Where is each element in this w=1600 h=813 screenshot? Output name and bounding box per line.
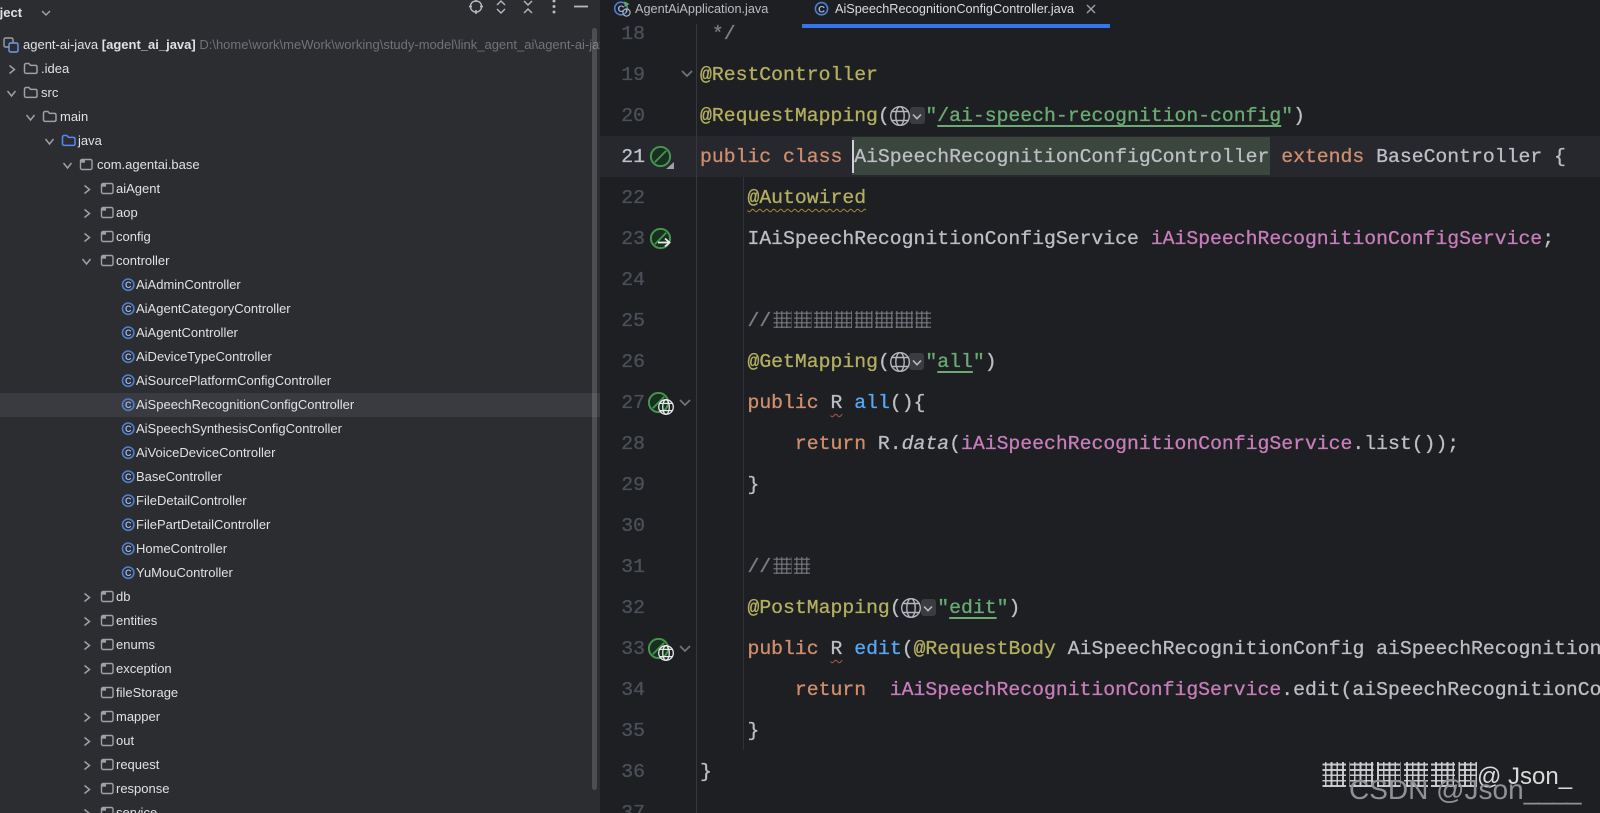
svg-text:C: C	[125, 568, 132, 578]
svg-text:C: C	[125, 520, 132, 530]
svg-text:C: C	[125, 496, 132, 506]
svg-text:C: C	[125, 400, 132, 410]
svg-text:C: C	[125, 280, 132, 290]
svg-text:C: C	[125, 424, 132, 434]
svg-text:C: C	[125, 304, 132, 314]
svg-text:C: C	[125, 328, 132, 338]
svg-text:C: C	[125, 544, 132, 554]
svg-text:C: C	[125, 448, 132, 458]
svg-text:C: C	[818, 4, 825, 15]
svg-text:C: C	[125, 376, 132, 386]
svg-text:C: C	[125, 352, 132, 362]
svg-text:C: C	[125, 472, 132, 482]
